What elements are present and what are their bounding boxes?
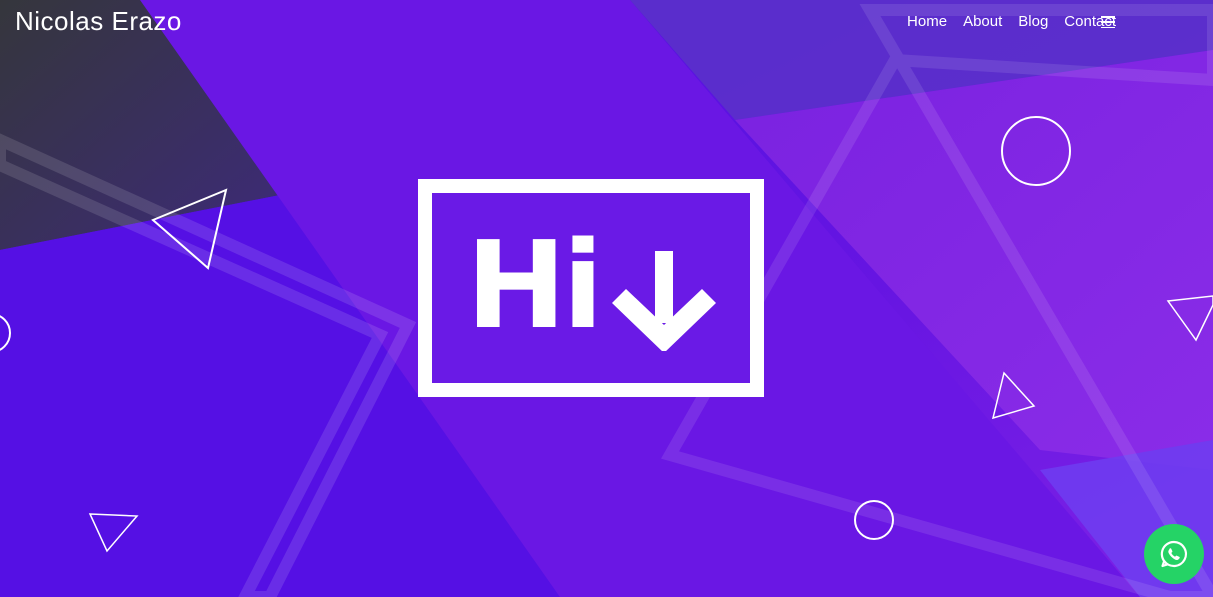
nav-item-home[interactable]: Home: [907, 13, 947, 30]
hero-greeting: Hi: [466, 217, 604, 356]
hamburger-line: [1101, 21, 1115, 23]
hero-frame: Hi: [418, 179, 764, 397]
hero-inner: Hi: [432, 193, 750, 383]
main-nav: Home About Blog Contact: [907, 13, 1116, 30]
site-header: Nicolas Erazo Home About Blog Contact: [0, 0, 1213, 46]
hamburger-line: [1101, 16, 1115, 18]
hamburger-line: [1101, 26, 1115, 28]
nav-item-about[interactable]: About: [963, 13, 1002, 30]
whatsapp-button[interactable]: [1144, 524, 1204, 584]
whatsapp-handset: [1168, 548, 1180, 560]
nav-item-blog[interactable]: Blog: [1018, 13, 1048, 30]
hero-section: Nicolas Erazo Home About Blog Contact Hi: [0, 0, 1213, 597]
whatsapp-bubble: [1160, 540, 1187, 568]
arrow-shaft: [655, 251, 673, 323]
whatsapp-icon: [1160, 540, 1187, 568]
brand-logo-link[interactable]: Nicolas Erazo: [15, 6, 182, 37]
hamburger-icon[interactable]: [1101, 16, 1115, 28]
arrow-down-icon: [612, 251, 716, 351]
